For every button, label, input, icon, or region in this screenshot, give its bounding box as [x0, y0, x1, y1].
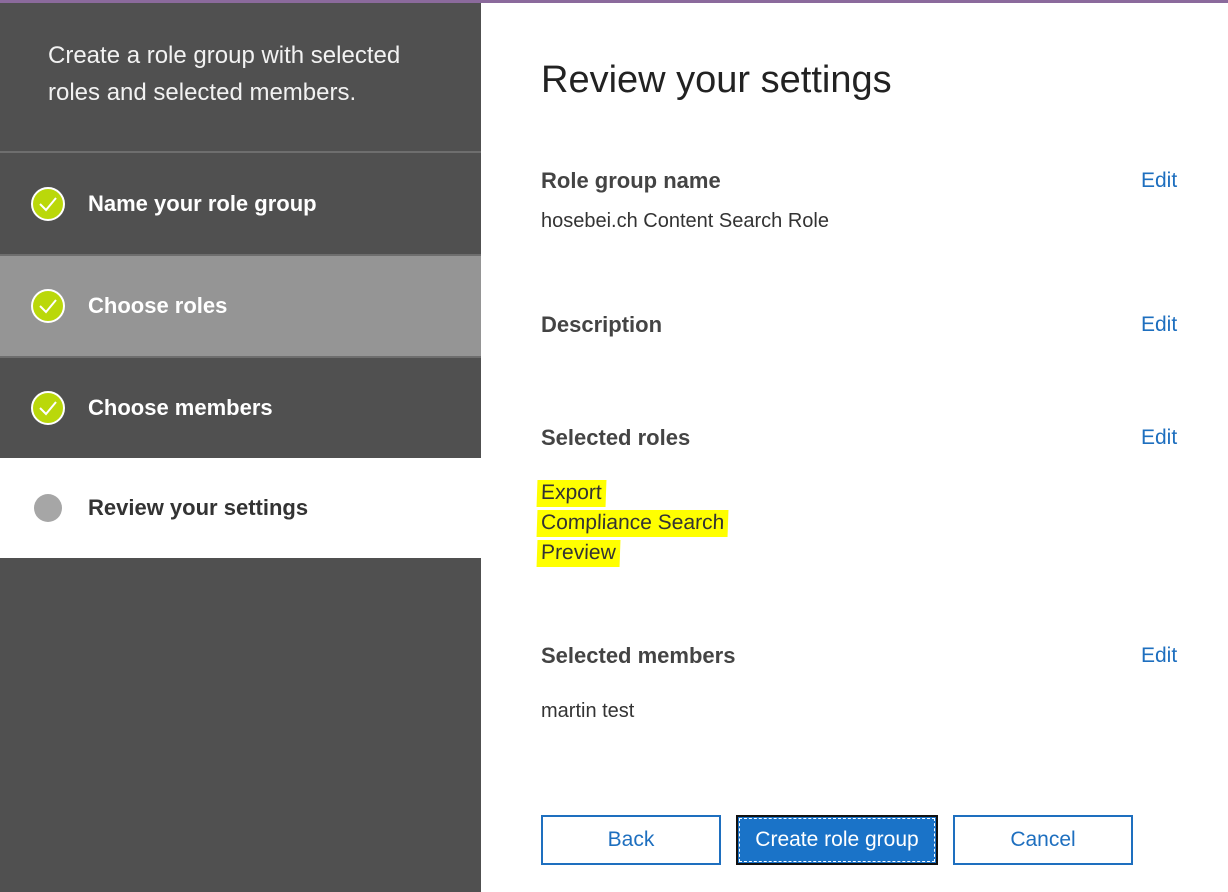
edit-selected-roles-link[interactable]: Edit: [1141, 426, 1177, 450]
back-button[interactable]: Back: [541, 815, 721, 865]
divider: [0, 151, 481, 153]
wizard-sidebar: Create a role group with selected roles …: [0, 3, 481, 892]
edit-selected-members-link[interactable]: Edit: [1141, 644, 1177, 668]
edit-description-link[interactable]: Edit: [1141, 313, 1177, 337]
review-panel: Review your settings Role group name Edi…: [481, 3, 1228, 892]
edit-role-group-name-link[interactable]: Edit: [1141, 169, 1177, 193]
step-name-role-group[interactable]: Name your role group: [0, 154, 481, 254]
wizard-description: Create a role group with selected roles …: [48, 42, 401, 106]
step-label: Choose members: [88, 395, 273, 420]
step-choose-members[interactable]: Choose members: [0, 358, 481, 458]
check-circle-icon: [31, 289, 65, 323]
step-label: Review your settings: [88, 495, 309, 520]
selected-members-heading: Selected members: [541, 643, 736, 668]
check-circle-icon: [31, 391, 65, 425]
step-label: Choose roles: [88, 293, 228, 318]
check-circle-icon: [31, 187, 65, 221]
description-heading: Description: [541, 312, 663, 337]
selected-member-value: martin test: [541, 700, 635, 722]
selected-roles-heading: Selected roles: [541, 425, 691, 450]
current-step-dot-icon: [34, 494, 62, 522]
step-choose-roles[interactable]: Choose roles: [0, 256, 481, 356]
step-label: Name your role group: [88, 191, 317, 216]
step-review-settings[interactable]: Review your settings: [0, 458, 481, 558]
role-item: Compliance Search: [536, 510, 729, 537]
role-item: Preview: [536, 540, 621, 567]
page-title: Review your settings: [541, 59, 892, 101]
role-item: Export: [536, 480, 607, 507]
role-group-name-heading: Role group name: [541, 168, 721, 193]
cancel-button[interactable]: Cancel: [953, 815, 1133, 865]
role-group-name-value: hosebei.ch Content Search Role: [541, 210, 829, 232]
create-role-group-button[interactable]: Create role group: [736, 815, 938, 865]
